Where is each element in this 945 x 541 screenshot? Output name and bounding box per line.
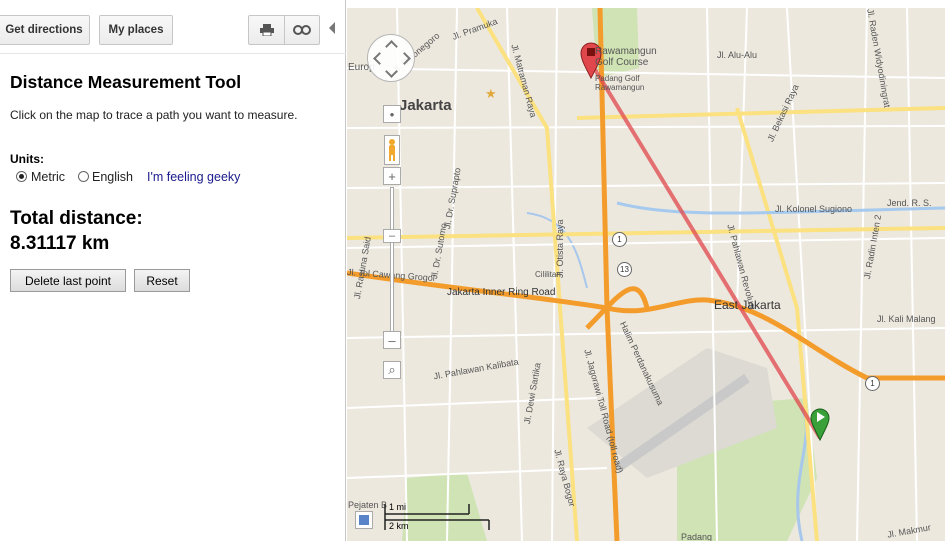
map-data-icon[interactable] xyxy=(355,511,373,529)
total-distance-value: 8.31117 km xyxy=(10,233,110,254)
zoom-in-button[interactable]: + xyxy=(383,167,401,185)
delete-last-point-button[interactable]: Delete last point xyxy=(10,269,126,292)
map-label-kali-malang: Jl. Kali Malang xyxy=(877,314,936,324)
feeling-geeky-link[interactable]: I'm feeling geeky xyxy=(147,170,240,184)
link-icon xyxy=(293,25,311,35)
magnifier-icon[interactable]: ⌕ xyxy=(383,361,401,379)
road-shield: 13 xyxy=(617,262,632,277)
collapse-panel-icon[interactable] xyxy=(329,22,335,34)
map-label-kolonel: Jl. Kolonel Sugiono xyxy=(775,204,853,214)
tool-title: Distance Measurement Tool xyxy=(10,72,242,92)
english-radio[interactable] xyxy=(78,171,89,182)
get-directions-button[interactable]: Get directions xyxy=(0,15,90,45)
pan-up-icon[interactable] xyxy=(385,40,398,53)
zoom-out-button[interactable]: – xyxy=(383,331,401,349)
pan-left-icon[interactable] xyxy=(373,52,386,65)
pan-right-icon[interactable] xyxy=(398,52,411,65)
scale-bar: 1 mi 2 km xyxy=(384,502,492,534)
print-icon xyxy=(259,24,274,36)
map-label-jakarta: Jakarta xyxy=(399,97,452,114)
english-label: English xyxy=(92,170,133,184)
map-label-padang: Padang xyxy=(681,532,713,541)
map-canvas[interactable]: Jakarta East Jakarta Rawamangun Golf Cou… xyxy=(347,8,945,541)
metric-label: Metric xyxy=(31,170,66,184)
zoom-reset-button[interactable]: • xyxy=(383,105,401,123)
total-distance-label: Total distance: xyxy=(10,208,143,229)
pegman-icon[interactable] xyxy=(384,135,400,165)
reset-button[interactable]: Reset xyxy=(134,269,190,292)
scale-bottom-label: 2 km xyxy=(389,521,409,531)
metric-radio[interactable] xyxy=(16,171,27,182)
map-label-inner-ring: Jakarta Inner Ring Road xyxy=(447,287,556,298)
tool-description: Click on the map to trace a path you wan… xyxy=(10,108,298,122)
map-label-pejaten: Pejaten B xyxy=(348,500,388,510)
link-button[interactable] xyxy=(284,15,320,45)
pan-control[interactable] xyxy=(367,34,415,82)
map-label-golf-sub: Padang Golf Rawamangun xyxy=(595,74,645,92)
end-marker-icon[interactable] xyxy=(810,408,830,442)
map-label-golf: Rawamangun Golf Course xyxy=(595,46,657,68)
road-shield: 1 xyxy=(612,232,627,247)
panel-divider xyxy=(0,53,346,54)
units-label: Units: xyxy=(10,152,44,166)
print-button[interactable] xyxy=(248,15,285,45)
road-shield: 1 xyxy=(865,376,880,391)
map-label-alu-alu: Jl. Alu-Alu xyxy=(717,50,758,60)
zoom-slider-track[interactable] xyxy=(390,187,394,339)
my-places-button[interactable]: My places xyxy=(99,15,173,45)
map-label-cililitan: Cililitan xyxy=(535,270,561,279)
map-label-jend-r: Jend. R. S. xyxy=(887,198,932,208)
left-panel: Get directions My places Distance Measur… xyxy=(0,0,346,541)
pan-down-icon[interactable] xyxy=(385,65,398,78)
scale-top-label: 1 mi xyxy=(389,502,407,512)
zoom-slider-thumb[interactable]: – xyxy=(383,229,401,243)
star-icon[interactable]: ★ xyxy=(485,86,497,102)
